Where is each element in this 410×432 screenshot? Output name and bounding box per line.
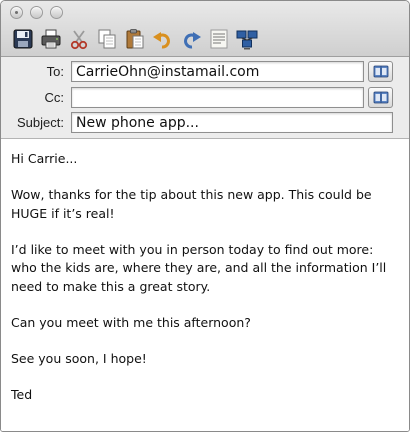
scissors-icon xyxy=(70,30,88,50)
floppy-disk-icon xyxy=(13,29,33,49)
message-paragraph-2: I’d like to meet with you in person toda… xyxy=(11,241,387,294)
to-label: To: xyxy=(46,64,64,79)
subject-row: Subject: New phone app... xyxy=(1,112,409,134)
paste-button[interactable] xyxy=(121,26,149,52)
subject-field[interactable]: New phone app... xyxy=(71,112,393,133)
cc-field[interactable] xyxy=(71,87,364,108)
copy-icon xyxy=(98,29,116,49)
signature: Ted xyxy=(11,386,33,402)
cc-label: Cc: xyxy=(44,90,65,105)
cut-button[interactable] xyxy=(65,26,93,52)
compose-window: To: CarrieOhn@instamail.com Cc: Subject:… xyxy=(0,0,410,432)
to-row: To: CarrieOhn@instamail.com xyxy=(1,61,409,83)
address-book-icon xyxy=(373,91,388,104)
message-paragraph-4: See you soon, I hope! xyxy=(11,350,147,366)
message-body[interactable]: Hi Carrie... Wow, thanks for the tip abo… xyxy=(1,140,409,431)
message-paragraph-1: Wow, thanks for the tip about this new a… xyxy=(11,187,372,221)
subject-label: Subject: xyxy=(17,115,64,130)
undo-arrow-icon xyxy=(153,32,170,49)
redo-arrow-icon xyxy=(184,32,201,49)
cc-row: Cc: xyxy=(1,87,409,109)
format-button[interactable] xyxy=(205,26,233,52)
to-field[interactable]: CarrieOhn@instamail.com xyxy=(71,61,364,82)
address-book-icon xyxy=(373,65,388,78)
copy-button[interactable] xyxy=(93,26,121,52)
greeting-line: Hi Carrie... xyxy=(11,151,78,166)
undo-button[interactable] xyxy=(149,26,177,52)
message-paragraph-3: Can you meet with me this afternoon? xyxy=(11,314,251,330)
text-format-icon xyxy=(210,29,228,49)
print-button[interactable] xyxy=(37,26,65,52)
redo-button[interactable] xyxy=(177,26,205,52)
clipboard-icon xyxy=(126,29,144,49)
network-computers-icon xyxy=(236,30,258,50)
to-address-book-button[interactable] xyxy=(368,61,393,82)
zoom-window-button[interactable] xyxy=(50,6,63,19)
window-controls xyxy=(10,6,63,19)
minimize-window-button[interactable] xyxy=(30,6,43,19)
printer-icon xyxy=(41,29,61,49)
toolbar xyxy=(9,26,261,52)
title-toolbar-area xyxy=(1,1,409,57)
cc-address-book-button[interactable] xyxy=(368,87,393,108)
save-button[interactable] xyxy=(9,26,37,52)
close-window-button[interactable] xyxy=(10,6,23,19)
message-header: To: CarrieOhn@instamail.com Cc: Subject:… xyxy=(1,57,409,139)
network-button[interactable] xyxy=(233,26,261,52)
